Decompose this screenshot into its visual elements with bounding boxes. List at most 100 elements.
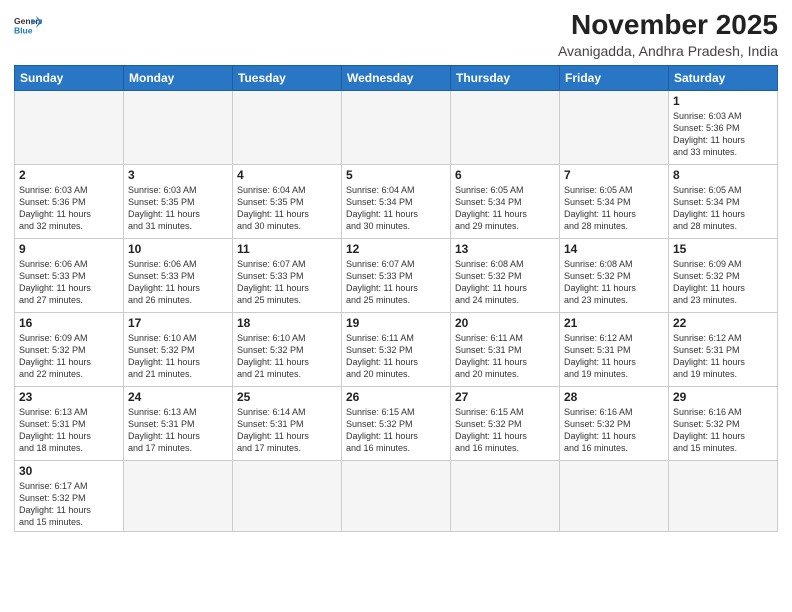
- calendar-cell: 11Sunrise: 6:07 AM Sunset: 5:33 PM Dayli…: [233, 238, 342, 312]
- cell-text: Sunrise: 6:06 AM Sunset: 5:33 PM Dayligh…: [128, 258, 228, 307]
- calendar-cell: [451, 90, 560, 164]
- calendar-cell: 10 Sunrise: 6:06 AM Sunset: 5:33 PM Dayli…: [124, 238, 233, 312]
- cell-text: Sunrise: 6:16 AM Sunset: 5:32 PM Dayligh…: [564, 406, 664, 455]
- generalblue-logo-icon: General Blue: [14, 14, 42, 36]
- cell-text: Sunrise: 6:14 AM Sunset: 5:31 PM Dayligh…: [237, 406, 337, 455]
- calendar-cell: 21Sunrise: 6:12 AM Sunset: 5:31 PM Dayli…: [560, 312, 669, 386]
- cell-text: Sunrise: 6:10 AM Sunset: 5:32 PM Dayligh…: [128, 332, 228, 381]
- header-sunday: Sunday: [15, 65, 124, 90]
- cell-text: Sunrise: 6:11 AM Sunset: 5:32 PM Dayligh…: [346, 332, 446, 381]
- day-number: 18: [237, 316, 337, 330]
- weekday-header-row: Sunday Monday Tuesday Wednesday Thursday…: [15, 65, 778, 90]
- calendar-cell: 2 Sunrise: 6:03 AM Sunset: 5:36 PM Daylig…: [15, 164, 124, 238]
- calendar-cell: 9 Sunrise: 6:06 AM Sunset: 5:33 PM Daylig…: [15, 238, 124, 312]
- calendar-cell: 6 Sunrise: 6:05 AM Sunset: 5:34 PM Daylig…: [451, 164, 560, 238]
- svg-text:Blue: Blue: [14, 26, 33, 36]
- day-number: 7: [564, 168, 664, 182]
- calendar-cell: 27Sunrise: 6:15 AM Sunset: 5:32 PM Dayli…: [451, 386, 560, 460]
- cell-text: Sunrise: 6:03 AM Sunset: 5:35 PM Dayligh…: [128, 184, 228, 233]
- calendar-cell: 17 Sunrise: 6:10 AM Sunset: 5:32 PM Dayli…: [124, 312, 233, 386]
- calendar-cell: [342, 460, 451, 532]
- calendar-week-row: 9 Sunrise: 6:06 AM Sunset: 5:33 PM Daylig…: [15, 238, 778, 312]
- cell-text: Sunrise: 6:13 AM Sunset: 5:31 PM Dayligh…: [128, 406, 228, 455]
- day-number: 24: [128, 390, 228, 404]
- calendar-week-row: 23 Sunrise: 6:13 AM Sunset: 5:31 PM Dayli…: [15, 386, 778, 460]
- day-number: 21: [564, 316, 664, 330]
- calendar-cell: 8Sunrise: 6:05 AM Sunset: 5:34 PM Daylig…: [669, 164, 778, 238]
- cell-text: Sunrise: 6:12 AM Sunset: 5:31 PM Dayligh…: [673, 332, 773, 381]
- day-number: 27: [455, 390, 555, 404]
- day-number: 6: [455, 168, 555, 182]
- day-number: 9: [19, 242, 119, 256]
- calendar-week-row: 30Sunrise: 6:17 AM Sunset: 5:32 PM Dayli…: [15, 460, 778, 532]
- cell-text: Sunrise: 6:15 AM Sunset: 5:32 PM Dayligh…: [346, 406, 446, 455]
- cell-text: Sunrise: 6:16 AM Sunset: 5:32 PM Dayligh…: [673, 406, 773, 455]
- header-tuesday: Tuesday: [233, 65, 342, 90]
- calendar-cell: [233, 460, 342, 532]
- calendar-cell: [451, 460, 560, 532]
- calendar-cell: 22 Sunrise: 6:12 AM Sunset: 5:31 PM Dayli…: [669, 312, 778, 386]
- day-number: 8: [673, 168, 773, 182]
- cell-text: Sunrise: 6:06 AM Sunset: 5:33 PM Dayligh…: [19, 258, 119, 307]
- calendar-cell: 13Sunrise: 6:08 AM Sunset: 5:32 PM Dayli…: [451, 238, 560, 312]
- calendar-cell: 23 Sunrise: 6:13 AM Sunset: 5:31 PM Dayli…: [15, 386, 124, 460]
- header-monday: Monday: [124, 65, 233, 90]
- day-number: 22: [673, 316, 773, 330]
- cell-text: Sunrise: 6:03 AM Sunset: 5:36 PM Dayligh…: [19, 184, 119, 233]
- calendar-cell: [669, 460, 778, 532]
- calendar-cell: [342, 90, 451, 164]
- day-number: 1: [673, 94, 773, 108]
- day-number: 10: [128, 242, 228, 256]
- calendar-cell: [560, 460, 669, 532]
- day-number: 19: [346, 316, 446, 330]
- header-wednesday: Wednesday: [342, 65, 451, 90]
- calendar-cell: 25 Sunrise: 6:14 AM Sunset: 5:31 PM Dayli…: [233, 386, 342, 460]
- cell-text: Sunrise: 6:08 AM Sunset: 5:32 PM Dayligh…: [455, 258, 555, 307]
- day-number: 5: [346, 168, 446, 182]
- calendar-cell: 30Sunrise: 6:17 AM Sunset: 5:32 PM Dayli…: [15, 460, 124, 532]
- day-number: 20: [455, 316, 555, 330]
- calendar-cell: 20Sunrise: 6:11 AM Sunset: 5:31 PM Dayli…: [451, 312, 560, 386]
- cell-text: Sunrise: 6:05 AM Sunset: 5:34 PM Dayligh…: [455, 184, 555, 233]
- cell-text: Sunrise: 6:03 AM Sunset: 5:36 PM Dayligh…: [673, 110, 773, 159]
- calendar-cell: 14Sunrise: 6:08 AM Sunset: 5:32 PM Dayli…: [560, 238, 669, 312]
- cell-text: Sunrise: 6:09 AM Sunset: 5:32 PM Dayligh…: [673, 258, 773, 307]
- day-number: 15: [673, 242, 773, 256]
- calendar-cell: 5Sunrise: 6:04 AM Sunset: 5:34 PM Daylig…: [342, 164, 451, 238]
- page: General Blue November 2025 Avanigadda, A…: [0, 0, 792, 612]
- cell-text: Sunrise: 6:09 AM Sunset: 5:32 PM Dayligh…: [19, 332, 119, 381]
- calendar-cell: [124, 90, 233, 164]
- calendar-cell: 1 Sunrise: 6:03 AM Sunset: 5:36 PM Daylig…: [669, 90, 778, 164]
- header-saturday: Saturday: [669, 65, 778, 90]
- calendar-week-row: 2 Sunrise: 6:03 AM Sunset: 5:36 PM Daylig…: [15, 164, 778, 238]
- cell-text: Sunrise: 6:07 AM Sunset: 5:33 PM Dayligh…: [346, 258, 446, 307]
- calendar-cell: [560, 90, 669, 164]
- calendar-cell: 18Sunrise: 6:10 AM Sunset: 5:32 PM Dayli…: [233, 312, 342, 386]
- calendar-cell: [15, 90, 124, 164]
- day-number: 23: [19, 390, 119, 404]
- cell-text: Sunrise: 6:13 AM Sunset: 5:31 PM Dayligh…: [19, 406, 119, 455]
- calendar-cell: [124, 460, 233, 532]
- calendar-cell: 16Sunrise: 6:09 AM Sunset: 5:32 PM Dayli…: [15, 312, 124, 386]
- location: Avanigadda, Andhra Pradesh, India: [558, 43, 778, 59]
- header: General Blue November 2025 Avanigadda, A…: [14, 10, 778, 59]
- day-number: 12: [346, 242, 446, 256]
- day-number: 2: [19, 168, 119, 182]
- day-number: 30: [19, 464, 119, 478]
- day-number: 26: [346, 390, 446, 404]
- calendar-cell: 12 Sunrise: 6:07 AM Sunset: 5:33 PM Dayli…: [342, 238, 451, 312]
- calendar-cell: 24 Sunrise: 6:13 AM Sunset: 5:31 PM Dayli…: [124, 386, 233, 460]
- cell-text: Sunrise: 6:07 AM Sunset: 5:33 PM Dayligh…: [237, 258, 337, 307]
- day-number: 4: [237, 168, 337, 182]
- day-number: 3: [128, 168, 228, 182]
- day-number: 17: [128, 316, 228, 330]
- cell-text: Sunrise: 6:04 AM Sunset: 5:35 PM Dayligh…: [237, 184, 337, 233]
- calendar-cell: 26 Sunrise: 6:15 AM Sunset: 5:32 PM Dayli…: [342, 386, 451, 460]
- calendar-cell: 4 Sunrise: 6:04 AM Sunset: 5:35 PM Daylig…: [233, 164, 342, 238]
- cell-text: Sunrise: 6:08 AM Sunset: 5:32 PM Dayligh…: [564, 258, 664, 307]
- day-number: 29: [673, 390, 773, 404]
- day-number: 25: [237, 390, 337, 404]
- calendar-cell: 28Sunrise: 6:16 AM Sunset: 5:32 PM Dayli…: [560, 386, 669, 460]
- calendar-cell: 3 Sunrise: 6:03 AM Sunset: 5:35 PM Daylig…: [124, 164, 233, 238]
- logo: General Blue: [14, 14, 42, 36]
